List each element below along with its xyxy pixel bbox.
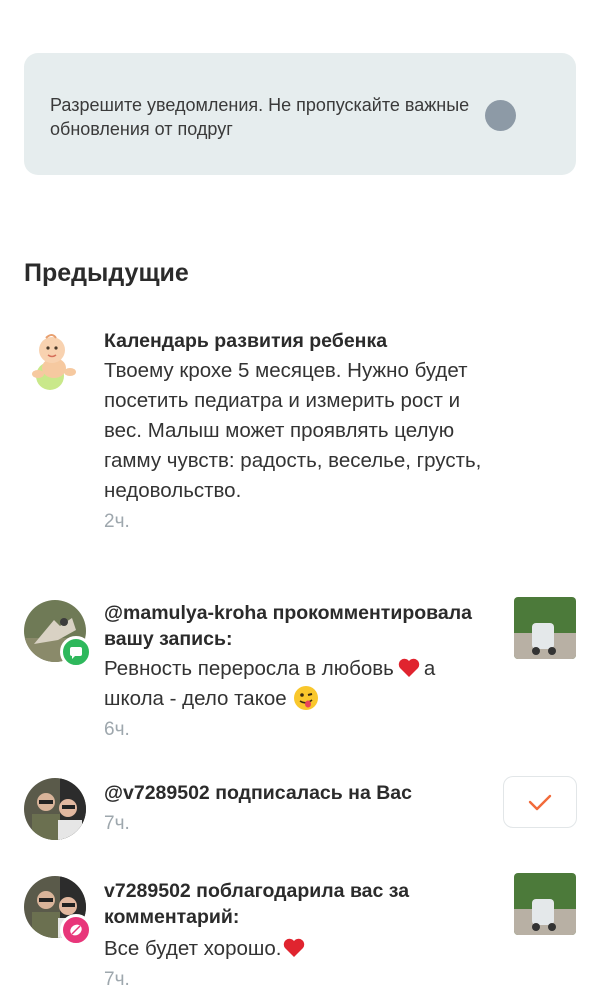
notification-text: Ревность переросла в любовь а школа - дел…	[104, 654, 499, 714]
notification-permission-banner: Разрешите уведомления. Не пропускайте ва…	[24, 53, 576, 175]
post-thumbnail[interactable]	[514, 597, 576, 659]
notification-title: @mamulya-kroha прокомментировала вашу за…	[104, 602, 472, 650]
notifications-toggle[interactable]	[485, 100, 516, 131]
checkmark-icon	[528, 794, 552, 811]
comment-text-part1: Ревность переросла в любовь	[104, 657, 394, 680]
notification-text: Твоему крохе 5 месяцев. Нужно будет посе…	[104, 359, 482, 502]
notification-time: 6ч.	[104, 719, 130, 740]
notification-time: 7ч.	[104, 813, 130, 834]
notification-time: 2ч.	[104, 511, 130, 532]
post-thumbnail[interactable]	[514, 873, 576, 935]
notification-item[interactable]: @v7289502 подписалась на Вас 7ч.	[0, 776, 600, 848]
winking-tongue-emoji-icon	[293, 685, 319, 711]
thanks-badge-icon	[60, 914, 92, 946]
thanks-comment-text: Все будет хорошо.	[104, 937, 282, 960]
notification-time: 7ч.	[104, 969, 130, 990]
notification-title: @v7289502 подписалась на Вас	[104, 782, 412, 804]
notification-text: Все будет хорошо.	[104, 934, 499, 964]
notification-title: Календарь развития ребенка	[104, 330, 388, 352]
baby-avatar-icon	[24, 330, 86, 392]
banner-text: Разрешите уведомления. Не пропускайте ва…	[50, 95, 470, 139]
notification-item[interactable]: v7289502 поблагодарила вас за комментари…	[0, 873, 600, 990]
comment-badge-icon	[60, 636, 92, 668]
notification-item[interactable]: Календарь развития ребенка Твоему крохе …	[0, 328, 600, 568]
red-heart-icon	[283, 937, 305, 957]
followed-back-button[interactable]	[503, 776, 577, 828]
notification-title: v7289502 поблагодарила вас за комментари…	[104, 880, 410, 928]
section-title: Предыдущие	[24, 259, 189, 287]
user-avatar[interactable]	[24, 778, 86, 840]
red-heart-icon	[398, 657, 420, 677]
notification-item[interactable]: @mamulya-kroha прокомментировала вашу за…	[0, 597, 600, 750]
